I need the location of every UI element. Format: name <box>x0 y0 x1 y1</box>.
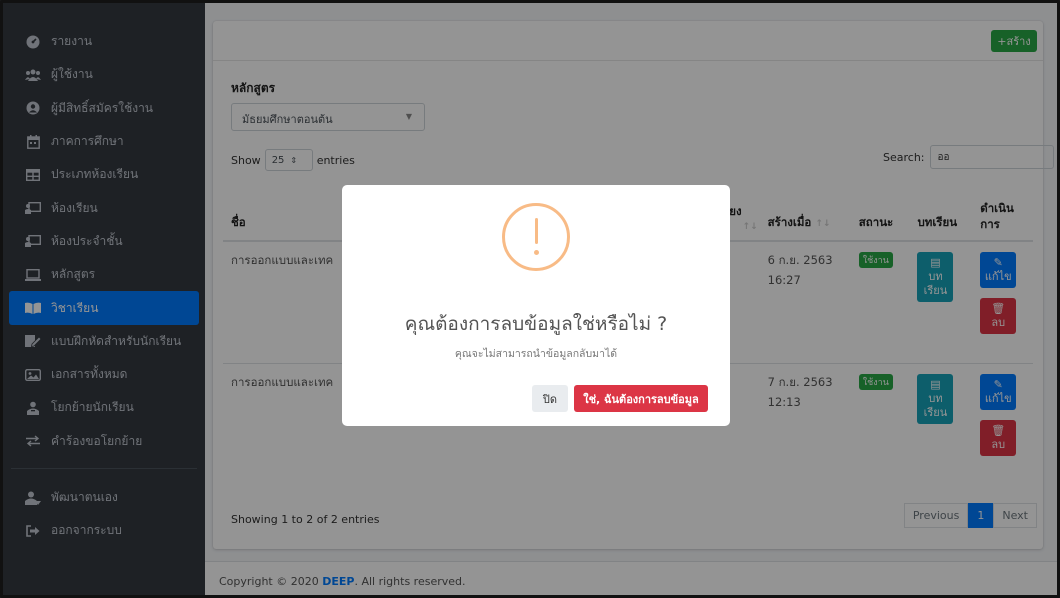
warning-icon <box>502 203 570 271</box>
warning-icon-dot <box>534 250 539 255</box>
app-window: รายงาน ผู้ใช้งาน ผู้มีสิทธิ์สมัครใช้งาน … <box>0 0 1060 598</box>
delete-confirm-dialog: คุณต้องการลบข้อมูลใช่หรือไม่ ? คุณจะไม่ส… <box>342 185 730 426</box>
dialog-message: คุณจะไม่สามารถนำข้อมูลกลับมาได้ <box>454 348 618 360</box>
dialog-title: คุณต้องการลบข้อมูลใช่หรือไม่ ? <box>404 313 668 335</box>
confirm-delete-button[interactable]: ใช่, ฉันต้องการลบข้อมูล <box>574 385 708 412</box>
warning-icon-bar <box>535 218 538 244</box>
cancel-button[interactable]: ปิด <box>532 385 568 412</box>
